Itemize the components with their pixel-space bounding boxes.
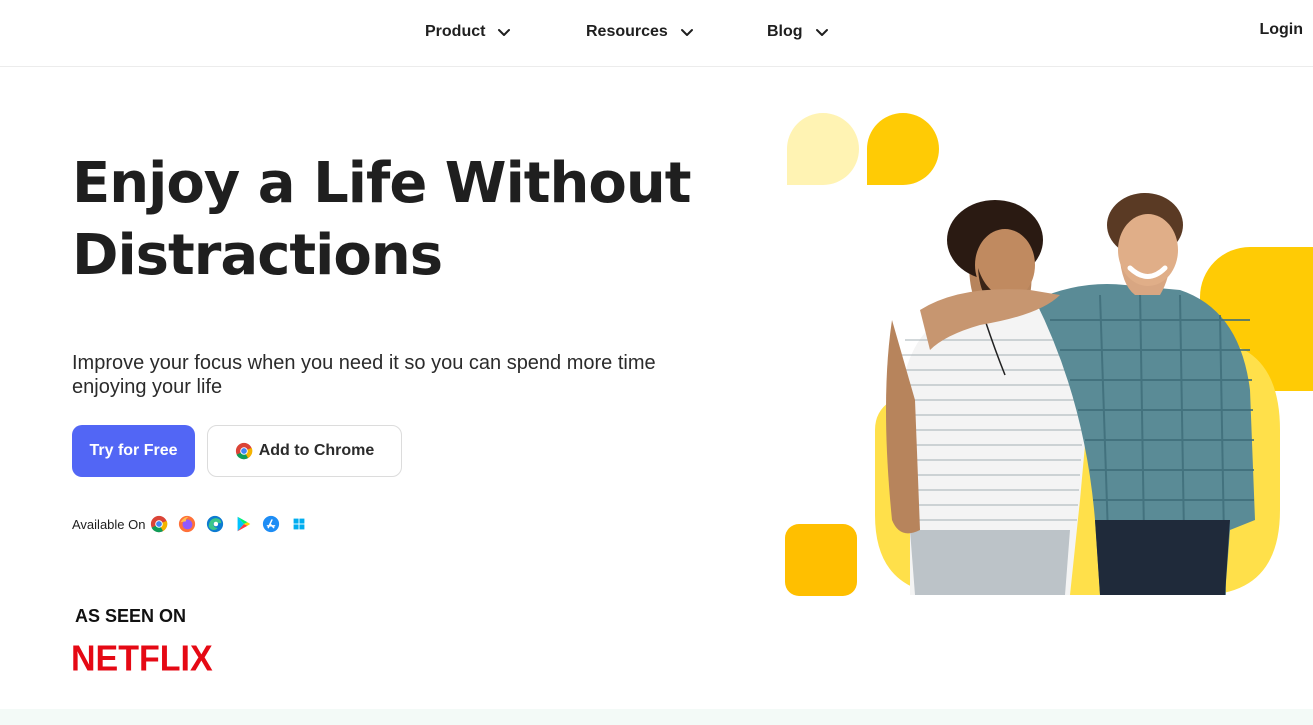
available-on-row: Available On bbox=[72, 514, 308, 534]
nav-product-label: Product bbox=[425, 23, 486, 40]
login-link[interactable]: Login bbox=[1259, 21, 1303, 39]
chevron-down-icon bbox=[680, 29, 693, 36]
windows-icon[interactable] bbox=[290, 515, 308, 533]
hero-headline-line1: Enjoy a Life Without bbox=[72, 151, 692, 216]
nav-blog-label: Blog bbox=[767, 23, 803, 40]
chrome-icon[interactable] bbox=[150, 515, 168, 533]
chevron-down-icon bbox=[498, 29, 511, 36]
nav-blog-menu[interactable]: Blog bbox=[767, 21, 829, 43]
nav-resources-menu[interactable]: Resources bbox=[586, 21, 694, 43]
footer-strip bbox=[0, 709, 1313, 725]
try-for-free-button[interactable]: Try for Free bbox=[72, 425, 195, 477]
add-to-chrome-label: Add to Chrome bbox=[258, 442, 375, 459]
app-store-icon[interactable] bbox=[262, 515, 280, 533]
yellow-small-block-shape bbox=[785, 524, 857, 596]
nav-resources-label: Resources bbox=[586, 23, 668, 40]
firefox-icon[interactable] bbox=[178, 515, 196, 533]
try-for-free-label: Try for Free bbox=[89, 442, 178, 459]
as-seen-on-heading: AS SEEN ON bbox=[75, 606, 187, 626]
chrome-icon bbox=[235, 442, 253, 460]
hero-subhead: Improve your focus when you need it so y… bbox=[72, 352, 656, 398]
hero-headline: Enjoy a Life Without Distractions bbox=[72, 148, 752, 292]
chevron-down-icon bbox=[815, 29, 828, 36]
nav-product-menu[interactable]: Product bbox=[425, 21, 511, 43]
edge-icon[interactable] bbox=[206, 515, 224, 533]
hero-headline-line2: Distractions bbox=[72, 223, 443, 288]
pale-yellow-bubble-shape bbox=[786, 113, 859, 185]
netflix-logo: NETFLIX bbox=[71, 639, 213, 679]
top-navigation: Product Resources Blog Login bbox=[0, 0, 1313, 67]
google-play-icon[interactable] bbox=[234, 515, 252, 533]
available-on-label: Available On bbox=[72, 516, 146, 532]
person-left-figure bbox=[886, 200, 1090, 595]
yellow-bubble-shape bbox=[866, 113, 939, 185]
hero-illustration bbox=[785, 113, 1313, 596]
add-to-chrome-button[interactable]: Add to Chrome bbox=[207, 425, 402, 477]
